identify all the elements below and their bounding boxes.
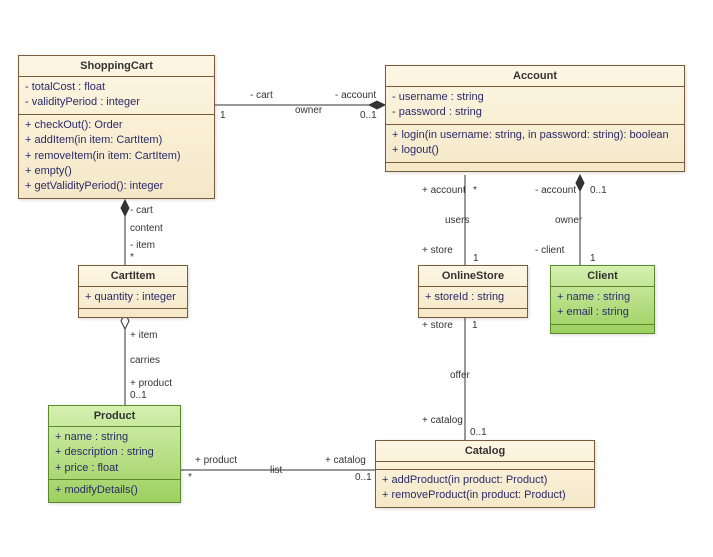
mult-label: 1 [590, 253, 596, 264]
role-label: + catalog [325, 455, 366, 466]
assoc-label: carries [130, 355, 160, 366]
class-onlinestore: OnlineStore + storeId : string [418, 265, 528, 318]
role-label: + product [130, 378, 172, 389]
attr: - totalCost : float [25, 80, 208, 95]
role-label: - account [535, 185, 576, 196]
mult-label: 0..1 [360, 110, 377, 121]
attr: + description : string [55, 445, 174, 460]
attrs-section: + quantity : integer [79, 287, 187, 309]
op: + addItem(in item: CartItem) [25, 133, 208, 148]
attrs-section: - totalCost : float - validityPeriod : i… [19, 77, 214, 115]
empty-section [419, 309, 527, 317]
class-account: Account - username : string - password :… [385, 65, 685, 172]
role-label: + store [422, 320, 453, 331]
mult-label: 1 [472, 320, 478, 331]
ops-section: + checkOut(): Order + addItem(in item: C… [19, 115, 214, 198]
op: + empty() [25, 164, 208, 179]
class-title: Account [386, 66, 684, 87]
role-label: - account [335, 90, 376, 101]
role-label: + account [422, 185, 466, 196]
op: + getValidityPeriod(): integer [25, 179, 208, 194]
empty-section [79, 309, 187, 317]
attr: - password : string [392, 105, 678, 120]
assoc-label: users [445, 215, 469, 226]
class-title: Client [551, 266, 654, 287]
attrs-section: + storeId : string [419, 287, 527, 309]
mult-label: 0..1 [355, 472, 372, 483]
role-label: + item [130, 330, 158, 341]
attr: + price : float [55, 461, 174, 476]
mult-label: 0..1 [130, 390, 147, 401]
assoc-label: content [130, 223, 163, 234]
mult-label: * [473, 185, 477, 196]
class-title: Catalog [376, 441, 594, 462]
op: + modifyDetails() [55, 483, 174, 498]
op: + removeItem(in item: CartItem) [25, 149, 208, 164]
mult-label: * [130, 252, 134, 263]
class-cartitem: CartItem + quantity : integer [78, 265, 188, 318]
class-title: ShoppingCart [19, 56, 214, 77]
attr: + name : string [557, 290, 648, 305]
mult-label: 0..1 [470, 427, 487, 438]
attr: + email : string [557, 305, 648, 320]
op: + login(in username: string, in password… [392, 128, 678, 143]
attrs-section: + name : string + email : string [551, 287, 654, 325]
attrs-section: + name : string + description : string +… [49, 427, 180, 480]
attrs-section: - username : string - password : string [386, 87, 684, 125]
mult-label: 1 [473, 253, 479, 264]
role-label: - cart [250, 90, 273, 101]
op: + checkOut(): Order [25, 118, 208, 133]
op: + logout() [392, 143, 678, 158]
role-label: + store [422, 245, 453, 256]
class-catalog: Catalog + addProduct(in product: Product… [375, 440, 595, 508]
role-label: - cart [130, 205, 153, 216]
class-client: Client + name : string + email : string [550, 265, 655, 334]
class-shoppingcart: ShoppingCart - totalCost : float - valid… [18, 55, 215, 199]
assoc-label: offer [450, 370, 470, 381]
mult-label: * [188, 472, 192, 483]
mult-label: 1 [220, 110, 226, 121]
role-label: + product [195, 455, 237, 466]
class-title: Product [49, 406, 180, 427]
assoc-label: owner [295, 105, 322, 116]
mult-label: 0..1 [590, 185, 607, 196]
ops-section: + login(in username: string, in password… [386, 125, 684, 163]
role-label: - client [535, 245, 564, 256]
role-label: - item [130, 240, 155, 251]
assoc-label: list [270, 465, 282, 476]
assoc-label: owner [555, 215, 582, 226]
attr: + name : string [55, 430, 174, 445]
empty-section [376, 462, 594, 470]
attr: + storeId : string [425, 290, 521, 305]
attr: + quantity : integer [85, 290, 181, 305]
attr: - validityPeriod : integer [25, 95, 208, 110]
class-title: OnlineStore [419, 266, 527, 287]
class-product: Product + name : string + description : … [48, 405, 181, 503]
op: + addProduct(in product: Product) [382, 473, 588, 488]
empty-section [551, 325, 654, 333]
role-label: + catalog [422, 415, 463, 426]
ops-section: + modifyDetails() [49, 480, 180, 501]
empty-section [386, 163, 684, 171]
op: + removeProduct(in product: Product) [382, 488, 588, 503]
ops-section: + addProduct(in product: Product) + remo… [376, 470, 594, 507]
class-title: CartItem [79, 266, 187, 287]
attr: - username : string [392, 90, 678, 105]
